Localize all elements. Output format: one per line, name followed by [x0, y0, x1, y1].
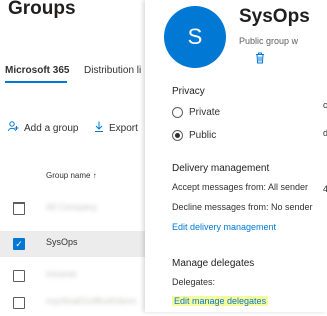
delivery-heading: Delivery management	[172, 163, 270, 174]
group-avatar: S	[164, 6, 226, 68]
tab-distribution-list[interactable]: Distribution li	[84, 65, 144, 76]
group-name: Intranet	[46, 269, 77, 279]
radio-label: Public	[189, 130, 217, 141]
edit-delivery-management-link[interactable]: Edit delivery management	[172, 222, 276, 232]
privacy-heading: Privacy	[172, 86, 205, 97]
active-tab-indicator	[5, 81, 67, 83]
decline-messages-text: Decline messages from: No sender	[172, 202, 313, 212]
add-group-label: Add a group	[24, 122, 79, 134]
export-label: Export	[109, 122, 138, 134]
radio-private[interactable]	[172, 107, 183, 118]
row-checkbox[interactable]	[13, 203, 25, 215]
export-button[interactable]: Export	[94, 121, 138, 135]
download-icon	[94, 121, 104, 135]
group-subtitle: Public group w	[239, 36, 299, 46]
group-name: All Company	[46, 202, 98, 212]
row-checkbox[interactable]	[13, 270, 25, 282]
group-name-heading: SysOps	[239, 6, 310, 27]
edit-manage-delegates-link[interactable]: Edit manage delegates	[172, 296, 269, 306]
privacy-option-private[interactable]: Private	[172, 107, 220, 118]
group-details-panel: S SysOps Public group w Privacy Private …	[145, 0, 327, 312]
table-row[interactable]: Intranet	[0, 263, 145, 289]
tab-microsoft-365[interactable]: Microsoft 365	[5, 65, 69, 76]
radio-public[interactable]	[172, 130, 183, 141]
row-checkbox[interactable]	[13, 297, 25, 309]
person-add-icon	[8, 121, 19, 135]
highlighted-link-text: Edit manage delegates	[172, 296, 269, 306]
delegates-label: Delegates:	[172, 277, 216, 287]
group-name: mycfinal01officeKiterm	[46, 296, 137, 306]
group-name: SysOps	[46, 237, 78, 247]
edge-text-fragment: c	[323, 100, 327, 110]
edge-text-fragment: d	[323, 128, 327, 138]
group-name-column-header[interactable]: Group name ↑	[46, 171, 97, 180]
row-checkbox[interactable]: ✓	[13, 238, 25, 250]
radio-label: Private	[189, 107, 221, 118]
privacy-option-public[interactable]: Public	[172, 130, 216, 141]
table-row[interactable]: ✓ SysOps	[0, 231, 145, 257]
add-group-button[interactable]: Add a group	[8, 121, 79, 135]
accept-messages-text: Accept messages from: All sender	[172, 182, 309, 192]
table-row[interactable]: All Company	[0, 196, 145, 222]
page-title: Groups	[8, 0, 76, 19]
edge-text-fragment: 4	[323, 184, 327, 194]
trash-icon[interactable]	[255, 52, 265, 67]
manage-delegates-heading: Manage delegates	[172, 258, 255, 269]
table-row[interactable]: mycfinal01officeKiterm	[0, 290, 145, 316]
